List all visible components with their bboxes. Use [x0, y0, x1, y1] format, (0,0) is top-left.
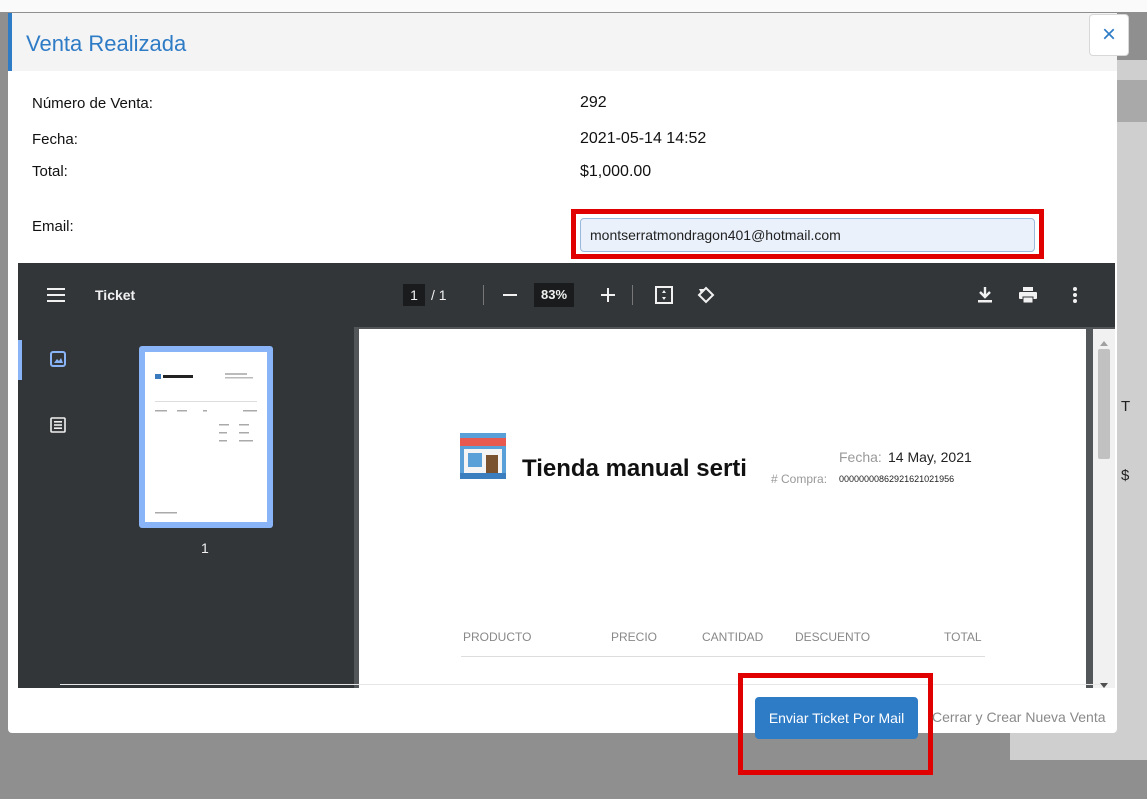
close-and-new-sale-button[interactable]: Cerrar y Crear Nueva Venta — [932, 709, 1106, 725]
pdf-sidebar: 1 — [18, 327, 354, 688]
pdf-title: Ticket — [95, 287, 136, 303]
background-text: $ — [1121, 467, 1130, 484]
pdf-scrollbar[interactable] — [1093, 329, 1115, 688]
store-name: Tienda manual serti — [522, 455, 747, 482]
page-thumbnail-preview — [145, 352, 267, 522]
close-button[interactable]: × — [1089, 14, 1129, 56]
store-icon — [460, 433, 506, 484]
scrollbar-thumb[interactable] — [1098, 349, 1110, 459]
outline-view-icon[interactable] — [46, 413, 70, 437]
zoom-out-icon[interactable] — [498, 283, 522, 307]
download-icon[interactable] — [973, 283, 997, 307]
modal-header: Venta Realizada — [8, 13, 1117, 71]
date-label: Fecha: — [32, 131, 78, 148]
date-value: 2021-05-14 14:52 — [580, 130, 707, 147]
toolbar-separator — [483, 285, 484, 305]
zoom-in-icon[interactable] — [596, 283, 620, 307]
footer-divider — [60, 684, 1100, 685]
modal-title: Venta Realizada — [26, 31, 187, 56]
sale-number-value: 292 — [580, 94, 607, 111]
column-header-price: PRECIO — [611, 630, 658, 644]
column-header-quantity: CANTIDAD — [702, 630, 764, 644]
page-number-input[interactable]: 1 — [403, 284, 425, 306]
column-header-product: PRODUCTO — [463, 630, 532, 644]
fit-page-icon[interactable] — [652, 283, 676, 307]
purchase-label: # Compra: — [771, 472, 828, 486]
pdf-toolbar: Ticket 1 / 1 83% — [18, 263, 1115, 327]
send-ticket-by-mail-button[interactable]: Enviar Ticket Por Mail — [755, 697, 918, 739]
page-background-top — [0, 0, 1147, 12]
pdf-viewer: Ticket 1 / 1 83% 1 Tienda manual serti F… — [18, 263, 1115, 688]
column-header-total: TOTAL — [944, 630, 982, 644]
total-value: $1,000.00 — [580, 163, 652, 180]
scroll-down-icon[interactable] — [1100, 675, 1108, 688]
pdf-page: Tienda manual serti Fecha: 14 May, 2021 … — [359, 329, 1086, 688]
more-options-icon[interactable] — [1063, 283, 1087, 307]
ticket-date-label: Fecha: — [839, 449, 882, 465]
toolbar-separator — [632, 285, 633, 305]
purchase-number: 00000000862921621021956 — [839, 474, 955, 484]
rotate-icon[interactable] — [694, 283, 718, 307]
scroll-up-icon[interactable] — [1100, 333, 1108, 351]
ticket-date-value: 14 May, 2021 — [888, 449, 972, 465]
zoom-level-input[interactable]: 83% — [534, 283, 574, 307]
menu-icon[interactable] — [44, 283, 68, 307]
total-label: Total: — [32, 163, 68, 180]
email-label: Email: — [32, 218, 74, 235]
thumbnail-view-icon[interactable] — [46, 347, 70, 371]
page-total: / 1 — [431, 287, 447, 303]
page-thumbnail[interactable] — [139, 346, 273, 528]
sidebar-active-indicator — [18, 340, 22, 380]
sale-number-label: Número de Venta: — [32, 95, 153, 112]
header-divider — [461, 656, 985, 657]
thumbnail-page-number: 1 — [201, 540, 209, 556]
column-header-discount: DESCUENTO — [795, 630, 871, 644]
close-icon: × — [1101, 21, 1116, 48]
email-input[interactable] — [580, 218, 1035, 252]
background-text: T — [1121, 398, 1131, 415]
print-icon[interactable] — [1016, 283, 1040, 307]
